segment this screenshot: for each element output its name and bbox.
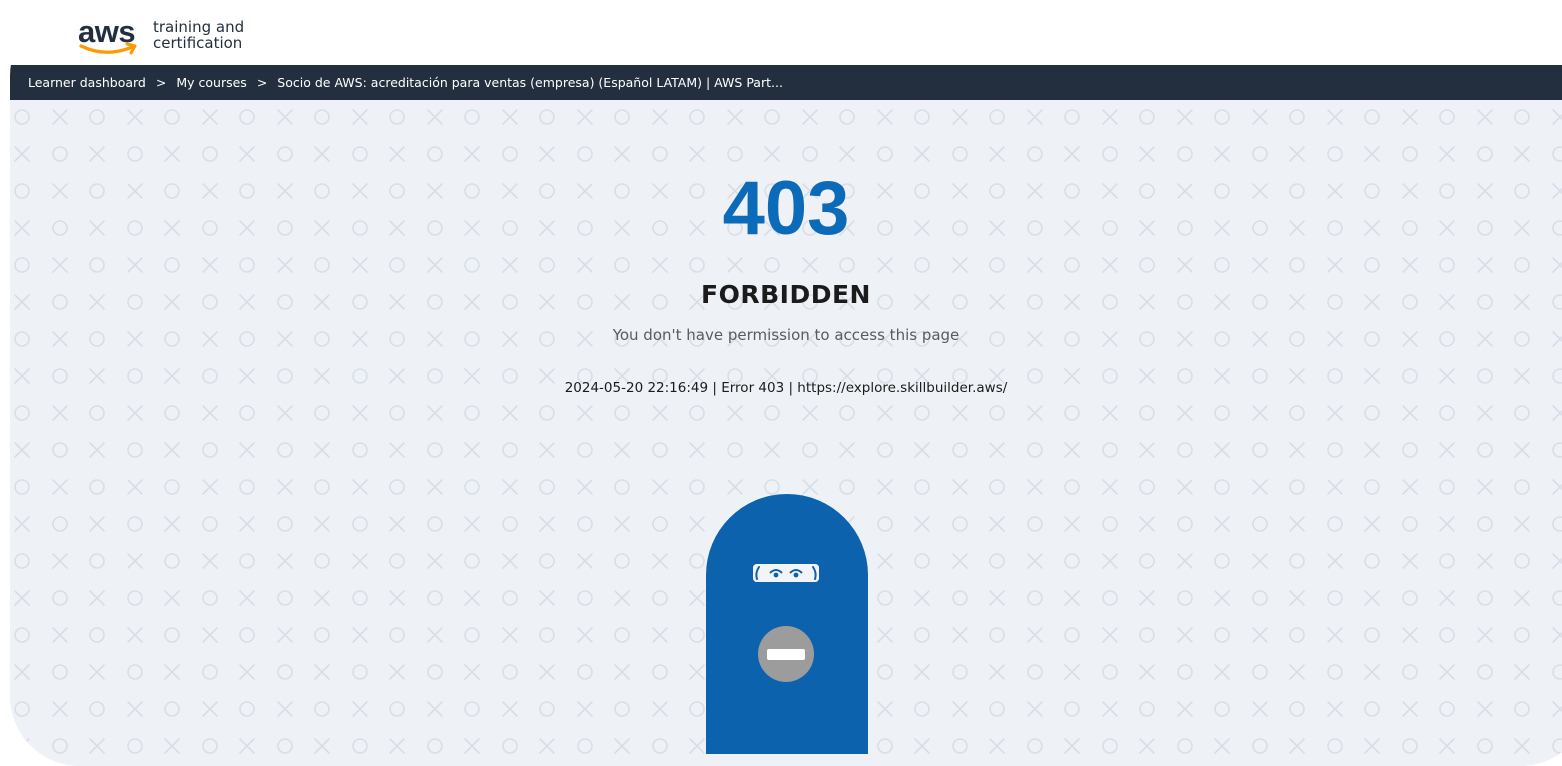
site-header: aws training and certification [10, 6, 1562, 65]
error-title: FORBIDDEN [701, 280, 871, 309]
no-entry-icon [758, 626, 814, 682]
breadcrumb-separator-icon: > [256, 75, 268, 90]
page-frame: aws training and certification Learner d… [10, 6, 1562, 766]
logo-text: training and certification [153, 19, 244, 51]
logo-text-line2: certification [153, 34, 243, 52]
logo-text-line1: training and [153, 18, 245, 36]
breadcrumb: Learner dashboard > My courses > Socio d… [10, 65, 1562, 100]
breadcrumb-learner-dashboard[interactable]: Learner dashboard [28, 75, 146, 90]
breadcrumb-my-courses[interactable]: My courses [176, 75, 246, 90]
error-message: You don't have permission to access this… [612, 326, 960, 344]
no-entry-bar [767, 649, 805, 660]
aws-training-logo[interactable]: aws training and certification [78, 15, 258, 63]
aws-smile-icon [79, 42, 137, 55]
error-code: 403 [722, 166, 850, 251]
breadcrumb-separator-icon: > [155, 75, 167, 90]
peeking-eyes-icon [753, 564, 819, 582]
door-icon [706, 494, 868, 754]
breadcrumb-current-course[interactable]: Socio de AWS: acreditación para ventas (… [277, 75, 783, 90]
error-details: 2024-05-20 22:16:49 | Error 403 | https:… [564, 380, 1008, 396]
